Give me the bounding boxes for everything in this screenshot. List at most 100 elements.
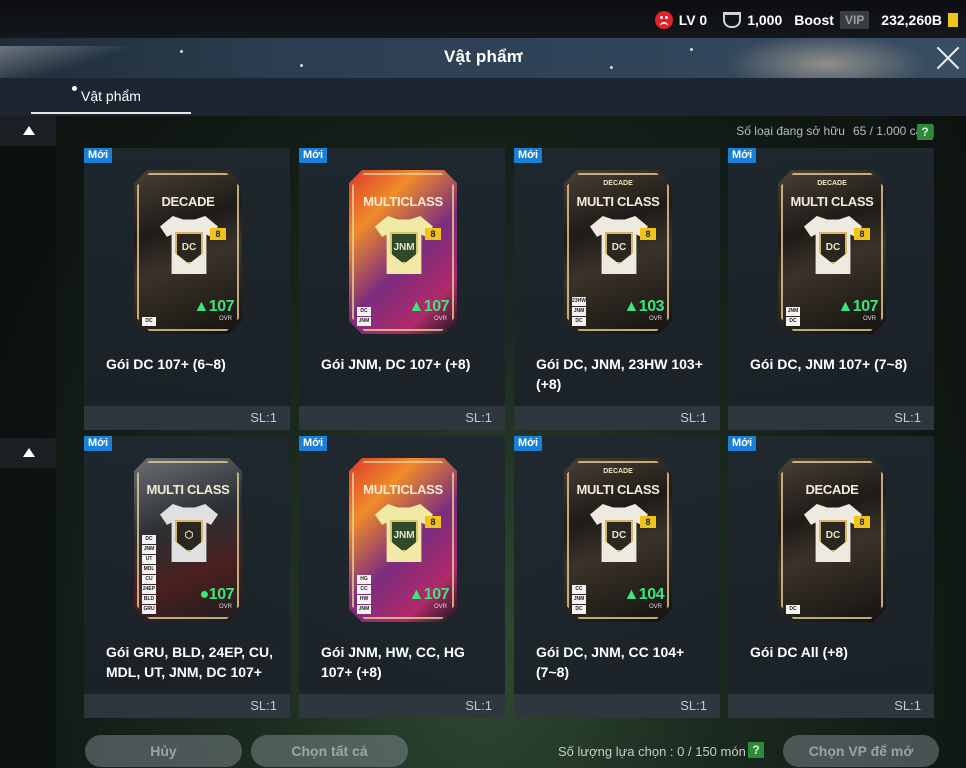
class-chips: DC <box>786 605 800 614</box>
item-name: Gói DC All (+8) <box>750 644 848 660</box>
owned-label: Số loại đang sở hữu <box>736 124 845 138</box>
pack-title: MULTI CLASS <box>790 194 874 209</box>
pack-image: DECADE MULTI CLASS DC 8 ▲104 OVR DC JNM … <box>564 458 672 622</box>
pack-subtitle: DECADE <box>817 180 847 187</box>
pack-ovr: ▲107 <box>837 298 878 315</box>
item-name: Gói DC, JNM, CC 104+ (7~8) <box>536 644 685 680</box>
pack-subtitle: DECADE <box>603 468 633 475</box>
trophy-icon <box>723 12 742 28</box>
triangle-up-icon <box>23 126 35 135</box>
class-chips: JNM DC <box>357 307 371 326</box>
tab-items[interactable]: Vật phẩm <box>31 78 191 116</box>
item-grid: Mới DECADE DC 8 ▲107 OVR DC Gói DC 107+ … <box>84 148 936 718</box>
open-selected-button[interactable]: Chọn VP để mở <box>783 735 939 767</box>
class-chips: DC JNM <box>786 307 800 326</box>
item-card[interactable]: Mới DECADE DC 8 DC Gói DC All (+8) SL:1 <box>728 436 934 718</box>
new-badge: Mới <box>299 436 328 451</box>
new-badge: Mới <box>84 148 113 163</box>
boost-label[interactable]: Boost <box>794 12 834 28</box>
item-name: Gói DC 107+ (6~8) <box>106 356 226 372</box>
pack-image: DECADE MULTI CLASS DC 8 ▲107 OVR DC JNM <box>778 170 886 334</box>
scroll-up-button-row1[interactable] <box>0 116 56 146</box>
item-qty: SL:1 <box>894 410 921 425</box>
select-all-button[interactable]: Chọn tất cả <box>251 735 408 767</box>
sad-face-icon <box>654 11 673 29</box>
item-card[interactable]: Mới DECADE DC 8 ▲107 OVR DC Gói DC 107+ … <box>84 148 290 430</box>
pack-subtitle: DECADE <box>603 180 633 187</box>
window-title: Vật phẩm <box>443 47 523 66</box>
pack-image: DECADE DC 8 ▲107 OVR DC <box>134 170 242 334</box>
currency-amount: 232,260B <box>881 12 942 28</box>
pack-image: MULTI CLASS ⬡ ●107 OVR GRU BLD 24EP CU M… <box>134 458 242 622</box>
level-text: LV 0 <box>678 12 708 28</box>
pack-image: DECADE MULTI CLASS DC 8 ▲103 OVR DC JNM … <box>564 170 672 334</box>
pack-title: MULTI CLASS <box>576 194 660 209</box>
item-card[interactable]: Mới MULTI CLASS ⬡ ●107 OVR GRU BLD 24EP … <box>84 436 290 718</box>
selection-help-icon[interactable]: ? <box>748 742 764 758</box>
pack-image: MULTICLASS JNM 8 ▲107 OVR JNM HW CC HG <box>349 458 457 622</box>
new-badge: Mới <box>514 436 543 451</box>
bottom-action-bar: Hủy Chọn tất cả Số lượng lựa chọn : 0 / … <box>56 728 966 768</box>
tab-bar: Vật phẩm <box>0 78 966 116</box>
class-chips: DC JNM 23HW <box>572 297 586 326</box>
item-card[interactable]: Mới DECADE MULTI CLASS DC 8 ▲107 OVR DC … <box>728 148 934 430</box>
trophy-count: 1,000 <box>747 12 783 28</box>
class-chips: DC JNM CC <box>572 585 586 614</box>
coin-icon <box>948 13 958 27</box>
pack-title: MULTICLASS <box>363 482 443 497</box>
new-badge: Mới <box>299 148 328 163</box>
item-name: Gói DC, JNM 107+ (7~8) <box>750 356 908 372</box>
number-tag: 8 <box>854 228 870 240</box>
item-qty: SL:1 <box>680 410 707 425</box>
class-chips: DC <box>142 317 156 326</box>
notification-dot-icon <box>72 86 77 91</box>
pack-ovr: ●107 <box>199 586 235 603</box>
number-tag: 8 <box>854 516 870 528</box>
owned-count: Số loại đang sở hữu 65 / 1.000 cái <box>736 124 934 138</box>
status-right: LV 0 1,000 Boost VIP 232,260B <box>654 10 958 30</box>
item-qty: SL:1 <box>894 698 921 713</box>
triangle-up-icon <box>23 448 35 457</box>
cancel-button[interactable]: Hủy <box>85 735 242 767</box>
status-bar: LV 0 1,000 Boost VIP 232,260B <box>0 0 966 38</box>
pack-title: MULTI CLASS <box>576 482 660 497</box>
item-name: Gói DC, JNM, 23HW 103+ (+8) <box>536 356 703 392</box>
pack-image: MULTICLASS JNM 8 ▲107 OVR JNM DC <box>349 170 457 334</box>
item-name: Gói JNM, DC 107+ (+8) <box>321 356 471 372</box>
pack-ovr: ▲107 <box>193 298 234 315</box>
item-qty: SL:1 <box>680 698 707 713</box>
selection-count: Số lượng lựa chọn : 0 / 150 món <box>558 744 746 759</box>
close-icon[interactable] <box>934 44 962 72</box>
pack-title: DECADE <box>161 194 215 209</box>
item-card[interactable]: Mới MULTICLASS JNM 8 ▲107 OVR JNM HW CC … <box>299 436 505 718</box>
pack-ovr: ▲107 <box>408 586 449 603</box>
item-qty: SL:1 <box>465 410 492 425</box>
item-qty: SL:1 <box>250 698 277 713</box>
left-rail <box>0 116 56 768</box>
number-tag: 8 <box>425 516 441 528</box>
pack-ovr: ▲104 <box>623 586 664 603</box>
class-chips: GRU BLD 24EP CU MDL UT JNM DC <box>142 535 156 614</box>
owned-value: 65 / 1.000 cái <box>852 124 925 138</box>
new-badge: Mới <box>728 436 757 451</box>
vip-badge[interactable]: VIP <box>839 11 870 29</box>
pack-title: MULTICLASS <box>363 194 443 209</box>
pack-ovr: ▲107 <box>408 298 449 315</box>
item-qty: SL:1 <box>465 698 492 713</box>
number-tag: 8 <box>210 228 226 240</box>
owned-help-icon[interactable]: ? <box>917 124 933 140</box>
pack-image: DECADE DC 8 DC <box>778 458 886 622</box>
item-card[interactable]: Mới DECADE MULTI CLASS DC 8 ▲103 OVR DC … <box>514 148 720 430</box>
number-tag: 8 <box>640 228 656 240</box>
pack-title: DECADE <box>805 482 859 497</box>
new-badge: Mới <box>514 148 543 163</box>
item-card[interactable]: Mới MULTICLASS JNM 8 ▲107 OVR JNM DC Gói… <box>299 148 505 430</box>
pack-ovr: ▲103 <box>623 298 664 315</box>
number-tag: 8 <box>640 516 656 528</box>
item-name: Gói JNM, HW, CC, HG 107+ (+8) <box>321 644 465 680</box>
pack-title: MULTI CLASS <box>146 482 230 497</box>
item-card[interactable]: Mới DECADE MULTI CLASS DC 8 ▲104 OVR DC … <box>514 436 720 718</box>
scroll-up-button-row2[interactable] <box>0 438 56 468</box>
tab-items-label: Vật phẩm <box>81 88 141 104</box>
window-titlebar: Vật phẩm <box>0 38 966 78</box>
